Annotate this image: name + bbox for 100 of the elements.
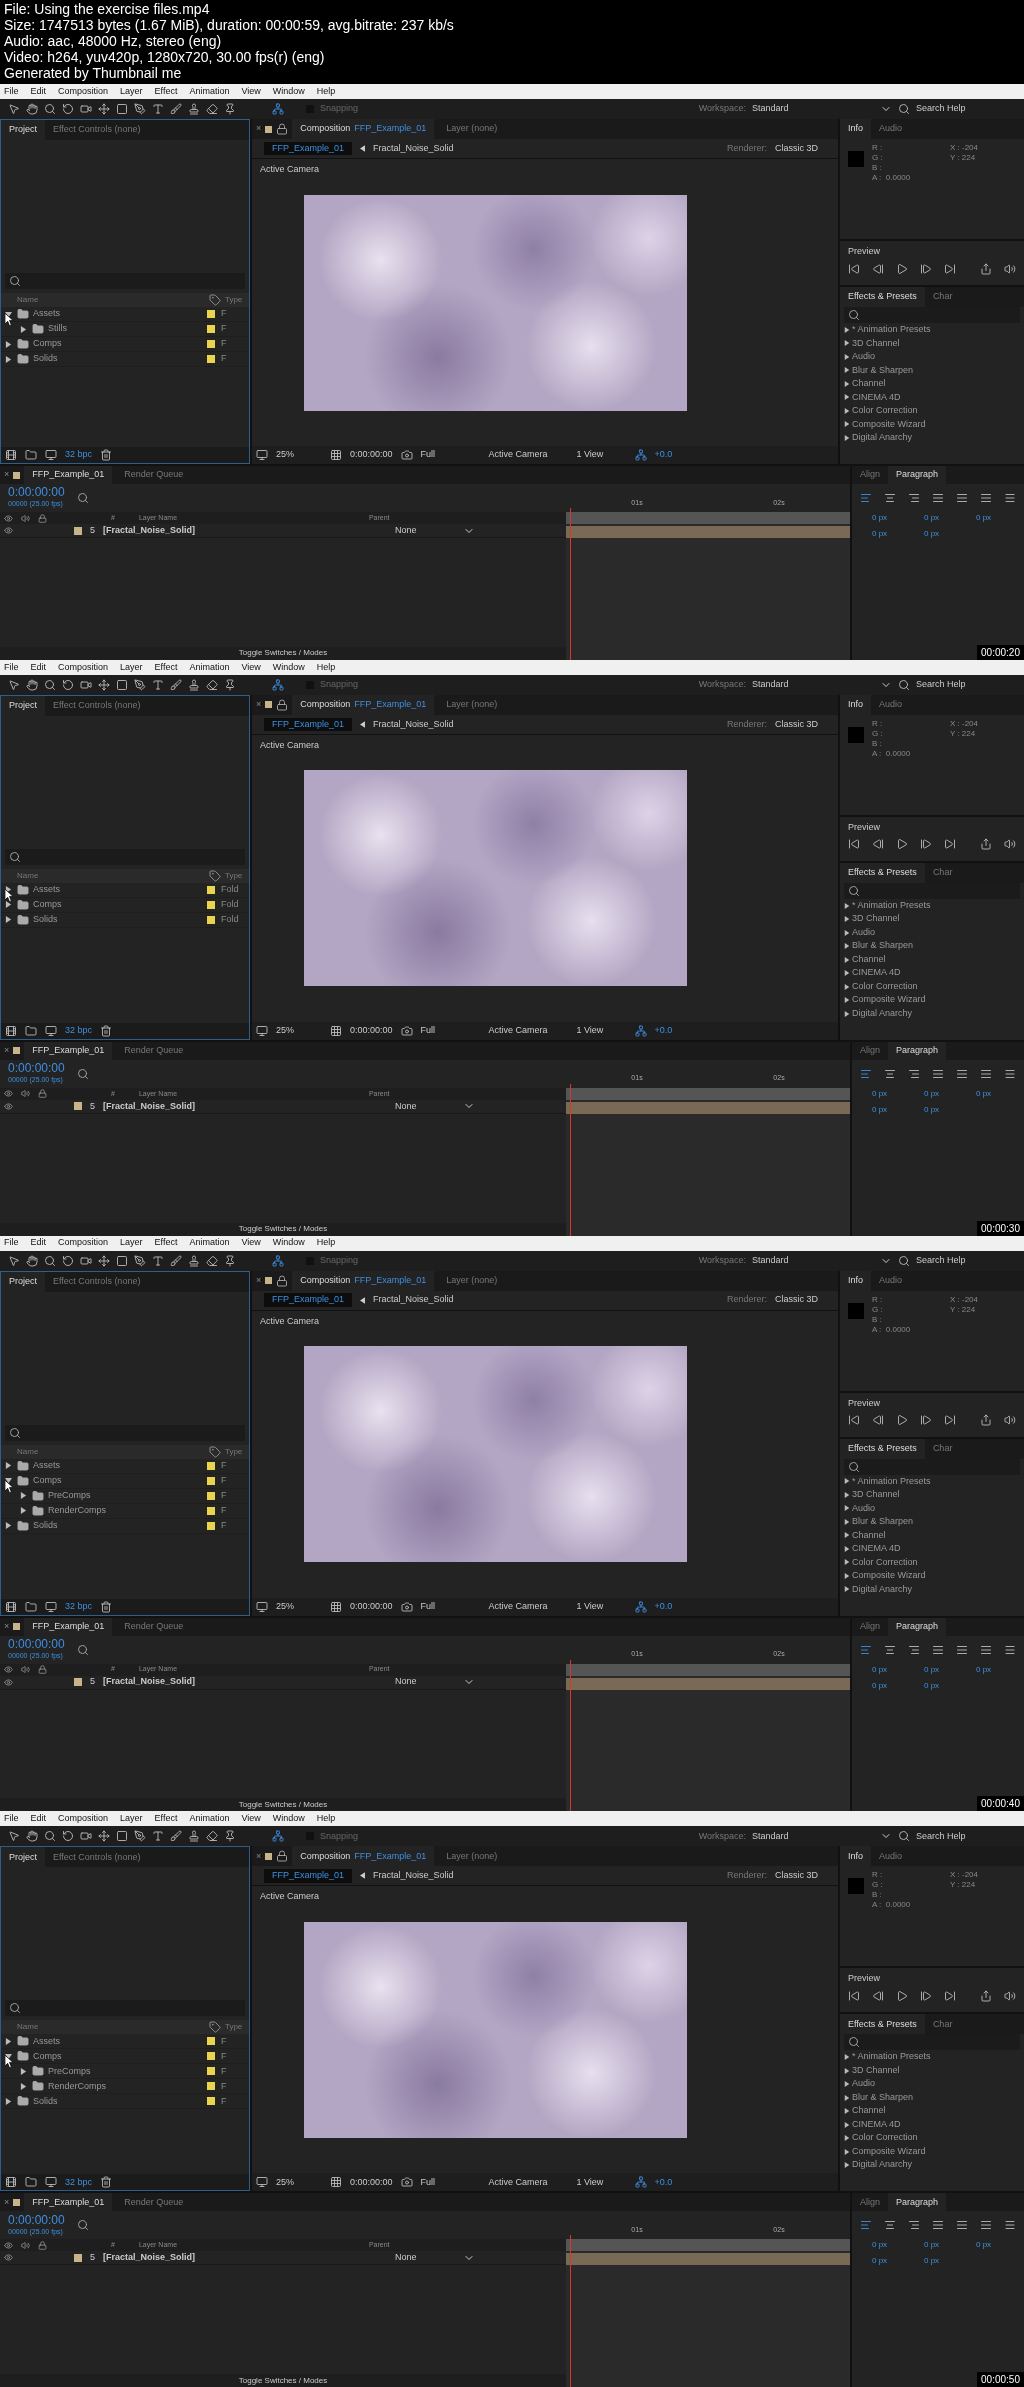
panel-tab[interactable]: Composition FFP_Example_01	[292, 1270, 435, 1291]
panel-tab[interactable]: Align	[852, 1617, 888, 1636]
views-dropdown[interactable]: 1 View	[576, 448, 627, 462]
panel-tab[interactable]: Effect Controls (none)	[45, 1271, 149, 1292]
menu-item[interactable]: Animation	[189, 1236, 230, 1250]
effect-category[interactable]: Blur & Sharpen	[852, 939, 914, 953]
zoom-dropdown[interactable]: 25%	[275, 448, 322, 462]
project-item[interactable]: Stills	[48, 322, 67, 336]
indent-field[interactable]: 0 px	[860, 1087, 912, 1100]
panel-tab[interactable]: Paragraph	[888, 466, 947, 484]
panel-tab[interactable]: Info	[840, 1846, 871, 1867]
panel-tab[interactable]: Effect Controls (none)	[45, 1847, 149, 1868]
menu-item[interactable]: Window	[272, 660, 305, 674]
effect-category[interactable]: * Animation Presets	[852, 2050, 931, 2064]
panel-tab[interactable]: Effects & Presets	[840, 862, 925, 883]
menu-item[interactable]: Layer	[120, 84, 143, 99]
menu-item[interactable]: Help	[316, 1236, 336, 1250]
panel-tab[interactable]: Render Queue	[116, 1617, 192, 1636]
project-item[interactable]: Solids	[33, 913, 58, 927]
panel-tab[interactable]: Char	[924, 287, 961, 307]
effect-category[interactable]: Channel	[852, 2104, 886, 2118]
breadcrumb-layer[interactable]: Fractal_Noise_Solid	[373, 1869, 454, 1883]
bit-depth-button[interactable]: 32 bpc	[65, 2175, 93, 2189]
workspace-dropdown[interactable]: Standard	[752, 678, 892, 692]
parent-dropdown[interactable]: None	[395, 1099, 475, 1113]
effect-category[interactable]: * Animation Presets	[852, 1474, 931, 1488]
project-item[interactable]: PreComps	[48, 1488, 91, 1503]
exposure-value[interactable]: +0.0	[654, 2175, 673, 2189]
search-help-field[interactable]: Search Help	[916, 1829, 1016, 1843]
indent-field[interactable]: 0 px	[860, 528, 912, 540]
panel-tab[interactable]: Align	[852, 1041, 888, 1060]
close-icon[interactable]: ×	[255, 122, 262, 136]
layer-name[interactable]: [Fractal_Noise_Solid]	[103, 1675, 323, 1689]
panel-tab[interactable]: Char	[924, 862, 961, 883]
project-item[interactable]: Comps	[33, 1473, 62, 1488]
effect-category[interactable]: Audio	[852, 2077, 876, 2091]
indent-field[interactable]: 0 px	[860, 1103, 912, 1116]
indent-field[interactable]: 0 px	[912, 528, 964, 540]
column-header[interactable]: Type	[220, 869, 249, 882]
toggle-switches-modes-button[interactable]: Toggle Switches / Modes	[238, 1223, 328, 1235]
search-help-field[interactable]: Search Help	[916, 1253, 1016, 1268]
project-item[interactable]: Comps	[33, 2049, 62, 2063]
indent-field[interactable]: 0 px	[964, 1087, 1016, 1100]
renderer-value[interactable]: Classic 3D	[775, 717, 818, 731]
views-dropdown[interactable]: 1 View	[576, 1599, 627, 1614]
project-item[interactable]: Solids	[33, 352, 58, 366]
panel-tab[interactable]: Effects & Presets	[840, 287, 925, 307]
menu-item[interactable]: Layer	[120, 1812, 143, 1826]
panel-tab[interactable]: Render Queue	[116, 466, 192, 484]
effect-category[interactable]: Digital Anarchy	[852, 1006, 913, 1021]
indent-field[interactable]: 0 px	[912, 2239, 964, 2252]
menu-item[interactable]: Help	[316, 660, 336, 674]
panel-tab[interactable]: Info	[840, 1270, 871, 1291]
effect-category[interactable]: CINEMA 4D	[852, 390, 901, 404]
panel-tab[interactable]: Effect Controls (none)	[45, 695, 149, 716]
panel-tab[interactable]: Render Queue	[116, 2193, 192, 2212]
menu-item[interactable]: Edit	[30, 1812, 47, 1826]
panel-tab[interactable]: Info	[840, 119, 871, 139]
menu-item[interactable]: Help	[316, 1812, 336, 1826]
indent-field[interactable]: 0 px	[964, 1663, 1016, 1676]
indent-field[interactable]: 0 px	[860, 1663, 912, 1676]
panel-tab[interactable]: Project	[1, 120, 45, 140]
menu-item[interactable]: View	[241, 660, 261, 674]
parent-dropdown[interactable]: None	[395, 523, 475, 538]
indent-field[interactable]: 0 px	[964, 512, 1016, 524]
effect-category[interactable]: CINEMA 4D	[852, 2117, 901, 2132]
breadcrumb-composition[interactable]: FFP_Example_01	[263, 141, 352, 156]
effect-category[interactable]: * Animation Presets	[852, 323, 931, 337]
camera-dropdown[interactable]: Active Camera	[488, 1024, 569, 1038]
current-time[interactable]: 0:00:00:00	[349, 448, 393, 462]
column-header[interactable]: Name	[1, 869, 209, 882]
panel-tab[interactable]: Info	[840, 694, 871, 715]
panel-tab[interactable]: Render Queue	[116, 1041, 192, 1060]
panel-tab[interactable]: Audio	[871, 1846, 911, 1867]
project-item[interactable]: Assets	[33, 883, 60, 897]
panel-tab[interactable]: FFP_Example_01	[24, 466, 113, 484]
menu-item[interactable]: Window	[272, 1812, 305, 1826]
effect-category[interactable]: Channel	[852, 1528, 886, 1542]
breadcrumb-composition[interactable]: FFP_Example_01	[263, 717, 352, 731]
panel-tab[interactable]: Effects & Presets	[840, 1438, 925, 1459]
search-help-field[interactable]: Search Help	[916, 678, 1016, 692]
toggle-switches-modes-button[interactable]: Toggle Switches / Modes	[238, 647, 328, 660]
zoom-dropdown[interactable]: 25%	[275, 2175, 322, 2189]
indent-field[interactable]: 0 px	[964, 2239, 1016, 2252]
menu-item[interactable]: View	[241, 1812, 261, 1826]
menu-item[interactable]: Animation	[189, 1812, 230, 1826]
panel-tab[interactable]: Align	[852, 466, 888, 484]
indent-field[interactable]: 0 px	[912, 512, 964, 524]
panel-tab[interactable]: Align	[852, 2193, 888, 2212]
effect-category[interactable]: 3D Channel	[852, 2063, 900, 2078]
effect-category[interactable]: CINEMA 4D	[852, 1542, 901, 1556]
effect-category[interactable]: Color Correction	[852, 2131, 918, 2145]
effect-category[interactable]: Audio	[852, 350, 876, 364]
menu-item[interactable]: Layer	[120, 660, 143, 674]
project-item[interactable]: Assets	[33, 1458, 60, 1473]
panel-tab[interactable]: Paragraph	[888, 1617, 947, 1636]
menu-item[interactable]: Composition	[58, 1236, 109, 1250]
close-icon[interactable]: ×	[4, 1619, 10, 1634]
indent-field[interactable]: 0 px	[912, 1087, 964, 1100]
effect-category[interactable]: Digital Anarchy	[852, 431, 913, 445]
